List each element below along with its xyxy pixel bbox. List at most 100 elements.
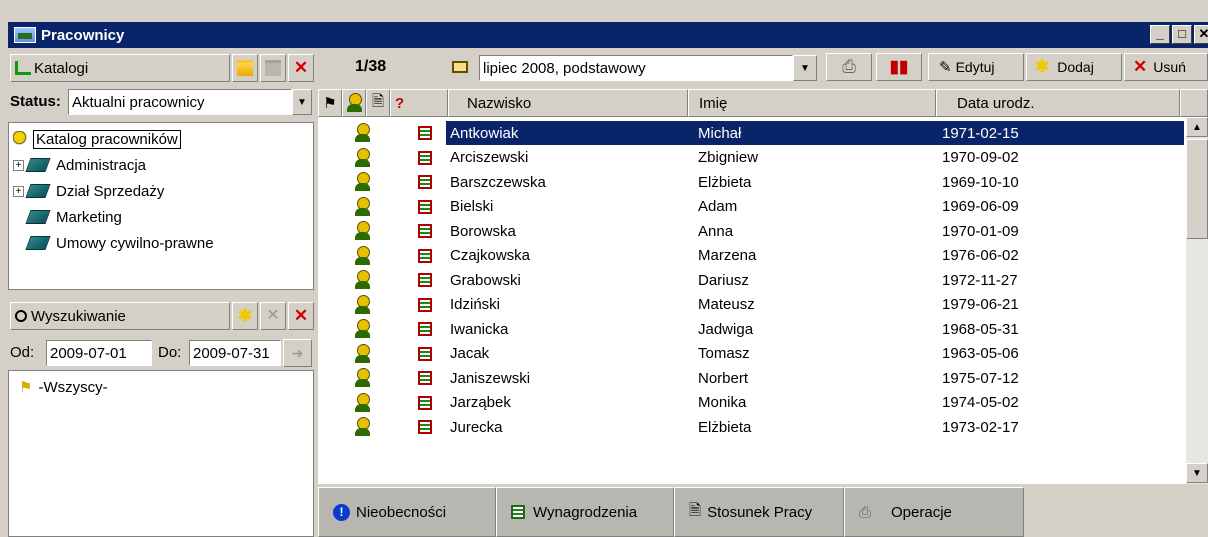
arrow-right-icon: ➔ (291, 344, 304, 361)
period-dropdown-button[interactable]: ▼ (793, 55, 817, 81)
abacus-icon (418, 146, 432, 170)
tree-item-dzial-sprzedazy[interactable]: + Dział Sprzedaży (13, 179, 164, 203)
tab-stosunek-pracy[interactable]: 🗎 Stosunek Pracy (674, 487, 844, 537)
star-icon: ✱ (237, 306, 253, 325)
table-row[interactable]: Jurecka Elżbieta 1973-02-17 (318, 415, 1184, 439)
new-folder-button[interactable] (232, 54, 258, 82)
app-window: Pracownicy _ □ ✕ Katalogi ✕ Status: Aktu… (0, 0, 1208, 537)
add-button[interactable]: ✱ Dodaj (1026, 53, 1122, 81)
person-icon (354, 244, 370, 268)
grid-scrollbar[interactable]: ▲ ▼ (1186, 117, 1208, 484)
table-row[interactable]: Janiszewski Norbert 1975-07-12 (318, 366, 1184, 390)
minimize-button[interactable]: _ (1150, 25, 1170, 44)
katalogi-tab[interactable]: Katalogi (10, 54, 230, 82)
abacus-icon (418, 195, 432, 219)
period-select[interactable]: lipiec 2008, podstawowy (479, 55, 793, 81)
tree-item-label: Umowy cywilno-prawne (56, 234, 214, 252)
tree-root[interactable]: Katalog pracowników (13, 127, 181, 151)
scroll-up-button[interactable]: ▲ (1186, 117, 1208, 137)
table-row[interactable]: Borowska Anna 1970-01-09 (318, 219, 1184, 243)
apply-search-button[interactable]: ➔ (283, 339, 312, 367)
cell-data-urodz: 1976-06-02 (942, 247, 1019, 264)
column-data-urodz[interactable]: Data urodz. (936, 89, 1180, 117)
delete-catalog-button[interactable]: ✕ (288, 54, 314, 82)
cell-nazwisko: Jarząbek (450, 394, 511, 411)
search-result-item[interactable]: ⚑ -Wszyscy- (19, 375, 108, 399)
cell-nazwisko: Grabowski (450, 271, 521, 289)
chevron-down-icon: ▼ (297, 96, 307, 108)
table-row[interactable]: Jarząbek Monika 1974-05-02 (318, 391, 1184, 415)
cell-data-urodz: 1979-06-21 (942, 296, 1019, 313)
to-date-field[interactable]: 2009-07-31 (189, 340, 281, 366)
calendar-book-icon (452, 59, 468, 75)
cell-data-urodz: 1970-01-09 (942, 222, 1019, 240)
search-tab[interactable]: Wyszukiwanie (10, 302, 230, 330)
question-column-header[interactable]: ? (390, 89, 448, 117)
cell-nazwisko: Jacak (450, 345, 490, 362)
arrow-up-icon: ▲ (1192, 121, 1202, 133)
status-dropdown-button[interactable]: ▼ (292, 89, 312, 115)
table-row[interactable]: Arciszewski Zbigniew 1970-09-02 (318, 146, 1184, 170)
tree-item-marketing[interactable]: Marketing (25, 205, 122, 229)
tree-item-administracja[interactable]: + Administracja (13, 153, 146, 177)
abacus-icon (418, 170, 432, 194)
person-icon (354, 342, 370, 366)
tab-stosunek-pracy-label: Stosunek Pracy (707, 503, 813, 521)
table-row[interactable]: Grabowski Dariusz 1972-11-27 (318, 268, 1184, 292)
tab-wynagrodzenia-label: Wynagrodzenia (533, 503, 638, 521)
folder-button[interactable] (260, 54, 286, 82)
bottom-tabs: ! Nieobecności Wynagrodzenia 🗎 Stosunek … (318, 487, 1024, 537)
column-imie[interactable]: Imię (688, 89, 936, 117)
delete-search-button[interactable]: ✕ (288, 302, 314, 330)
cell-imie: Mateusz (698, 296, 755, 313)
table-row[interactable]: Barszczewska Elżbieta 1969-10-10 (318, 170, 1184, 194)
document-column-header[interactable]: 🗎 (366, 89, 390, 117)
table-row[interactable]: Bielski Adam 1969-06-09 (318, 195, 1184, 219)
close-button[interactable]: ✕ (1194, 25, 1208, 44)
tree-item-umowy[interactable]: Umowy cywilno-prawne (25, 231, 214, 255)
search-label: Wyszukiwanie (31, 307, 126, 325)
scroll-down-button[interactable]: ▼ (1186, 463, 1208, 483)
close-icon: ✕ (293, 58, 309, 77)
cell-data-urodz: 1970-09-02 (942, 149, 1019, 166)
expand-icon[interactable]: + (13, 185, 24, 197)
tab-operacje[interactable]: ⎙ Operacje (844, 487, 1024, 537)
abacus-icon (418, 219, 432, 243)
person-column-header[interactable] (342, 89, 366, 117)
tree-item-label: Dział Sprzedaży (56, 182, 165, 200)
table-row[interactable]: Idziński Mateusz 1979-06-21 (318, 293, 1184, 317)
tab-nieobecnosci[interactable]: ! Nieobecności (318, 487, 496, 537)
add-label: Dodaj (1057, 59, 1094, 75)
new-search-button[interactable]: ✱ (232, 302, 258, 330)
abacus-icon (511, 505, 525, 519)
expand-icon[interactable]: + (13, 159, 24, 171)
table-row[interactable]: Antkowiak Michał 1971-02-15 (318, 121, 1184, 145)
abacus-icon (418, 317, 432, 341)
maximize-button[interactable]: □ (1172, 25, 1192, 44)
status-select[interactable]: Aktualni pracownicy (68, 89, 292, 115)
from-date-field[interactable]: 2009-07-01 (46, 340, 152, 366)
table-row[interactable]: Iwanicka Jadwiga 1968-05-31 (318, 317, 1184, 341)
table-row[interactable]: Jacak Tomasz 1963-05-06 (318, 342, 1184, 366)
folder-new-icon (237, 60, 253, 76)
report-button[interactable]: ▮▮ (876, 53, 922, 81)
katalogi-header: Katalogi ✕ (8, 51, 314, 85)
column-nazwisko[interactable]: Nazwisko (448, 89, 688, 117)
cell-imie: Michał (696, 121, 942, 145)
search-results: ⚑ -Wszyscy- (8, 370, 314, 537)
document-icon: 🗎 (371, 92, 385, 110)
window-title: Pracownicy (41, 26, 125, 44)
cell-nazwisko: Bielski (450, 198, 494, 215)
cell-data-urodz: 1969-10-10 (942, 173, 1019, 191)
cell-imie: Elżbieta (698, 173, 752, 191)
table-row[interactable]: Czajkowska Marzena 1976-06-02 (318, 244, 1184, 268)
tab-wynagrodzenia[interactable]: Wynagrodzenia (496, 487, 674, 537)
cell-data-urodz: 1975-07-12 (942, 369, 1019, 387)
flag-column-header[interactable]: ⚑ (318, 89, 342, 117)
scroll-thumb[interactable] (1186, 139, 1208, 239)
tab-operacje-label: Operacje (891, 503, 952, 521)
delete-button[interactable]: ✕ Usuń (1124, 53, 1208, 81)
edit-button[interactable]: ✎ Edytuj (928, 53, 1024, 81)
tools-button[interactable]: ✕ (260, 302, 286, 330)
print-button[interactable]: ⎙ (826, 53, 872, 81)
